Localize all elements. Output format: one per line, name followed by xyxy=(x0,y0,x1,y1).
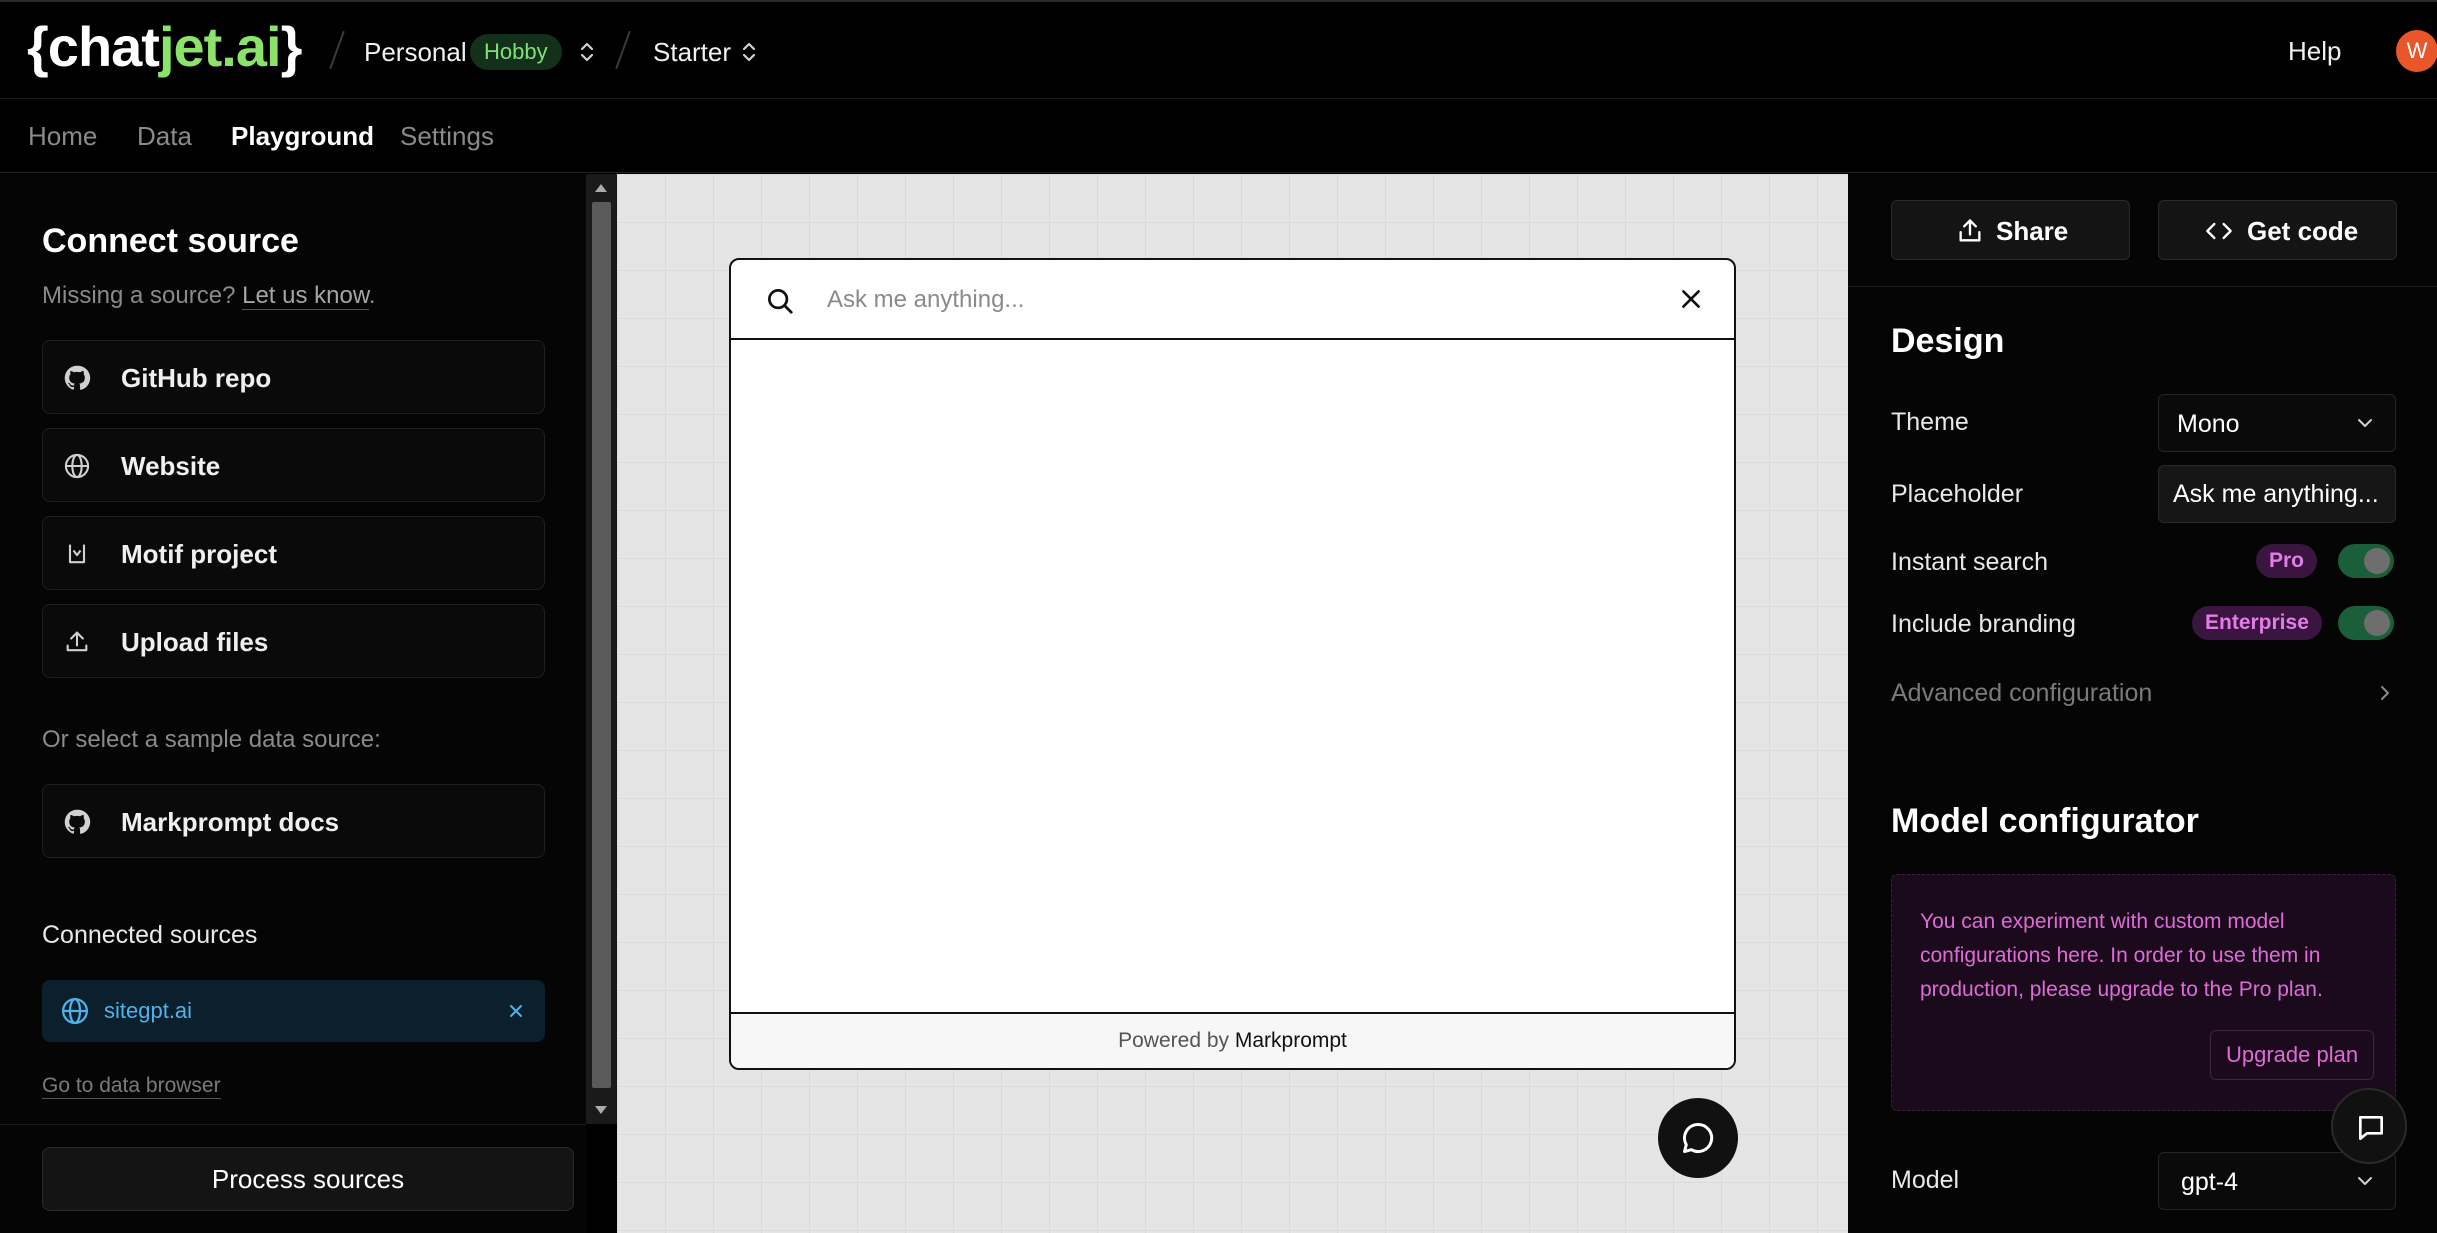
motif-project-button[interactable]: Motif project xyxy=(42,516,545,590)
playground-preview: Powered by Markprompt xyxy=(617,174,1848,1233)
github-repo-button[interactable]: GitHub repo xyxy=(42,340,545,414)
include-branding-toggle[interactable] xyxy=(2338,606,2394,640)
share-button[interactable]: Share xyxy=(1891,200,2130,260)
theme-label: Theme xyxy=(1891,408,1969,436)
sample-source-label: Or select a sample data source: xyxy=(42,726,381,753)
code-icon xyxy=(2206,222,2232,240)
markprompt-docs-label: Markprompt docs xyxy=(121,807,340,837)
upgrade-notice-text: You can experiment with custom model con… xyxy=(1920,910,2323,1001)
chevron-down-icon xyxy=(2358,1177,2372,1185)
upgrade-notice: You can experiment with custom model con… xyxy=(1891,874,2396,1111)
instant-search-label: Instant search xyxy=(1891,548,2049,576)
github-icon xyxy=(64,809,91,834)
prompt-search-input[interactable] xyxy=(827,280,1647,320)
missing-source-text: Missing a source? Let us know. xyxy=(42,282,376,310)
powered-by-footer: Powered by Markprompt xyxy=(731,1012,1734,1068)
tab-home[interactable]: Home xyxy=(28,121,97,152)
workspace-switcher-icon[interactable] xyxy=(578,38,596,66)
markprompt-docs-button[interactable]: Markprompt docs xyxy=(42,784,545,858)
tab-settings[interactable]: Settings xyxy=(400,121,494,152)
chat-bubble-icon xyxy=(1683,1122,1714,1153)
connected-sources-title: Connected sources xyxy=(42,921,258,949)
github-icon xyxy=(64,365,91,390)
include-branding-label: Include branding xyxy=(1891,610,2076,638)
share-icon xyxy=(1959,219,1981,242)
chevron-down-icon xyxy=(2358,419,2372,427)
plan-badge: Hobby xyxy=(470,34,562,70)
motif-project-label: Motif project xyxy=(121,539,277,569)
theme-value: Mono xyxy=(2177,410,2240,438)
upload-files-label: Upload files xyxy=(121,627,269,657)
user-avatar[interactable]: W xyxy=(2396,30,2437,72)
model-configurator-title: Model configurator xyxy=(1891,802,2199,840)
main-nav: Home Data Playground Settings xyxy=(0,99,2437,173)
toggle-knob xyxy=(2364,610,2390,636)
upgrade-plan-button[interactable]: Upgrade plan xyxy=(2210,1030,2375,1080)
chat-launcher-button[interactable] xyxy=(1658,1098,1738,1178)
help-link[interactable]: Help xyxy=(2288,36,2341,67)
support-chat-button[interactable] xyxy=(2331,1088,2407,1164)
toggle-knob xyxy=(2364,548,2390,574)
let-us-know-link[interactable]: Let us know xyxy=(242,282,369,310)
project-switcher-icon[interactable] xyxy=(740,38,758,66)
message-square-icon xyxy=(2359,1116,2383,1140)
globe-icon xyxy=(62,998,88,1024)
theme-select[interactable]: Mono xyxy=(2158,394,2396,452)
search-icon xyxy=(768,289,793,314)
powered-by-text: Powered by xyxy=(1118,1029,1230,1052)
placeholder-label: Placeholder xyxy=(1891,480,2024,508)
scroll-up-icon[interactable] xyxy=(595,184,607,192)
design-title: Design xyxy=(1891,322,2005,360)
chatjet-logo[interactable]: {chatjet.ai} xyxy=(27,16,302,78)
model-value: gpt-4 xyxy=(2181,1168,2238,1196)
remove-source-icon[interactable] xyxy=(507,1002,525,1020)
connect-source-title: Connect source xyxy=(42,222,299,260)
website-label: Website xyxy=(121,451,221,481)
close-icon[interactable] xyxy=(1678,286,1704,312)
process-sources-button[interactable]: Process sources xyxy=(42,1147,574,1211)
prompt-widget: Powered by Markprompt xyxy=(729,258,1736,1070)
prompt-search-row xyxy=(731,260,1734,340)
chevron-right-icon[interactable] xyxy=(2376,682,2394,704)
globe-icon xyxy=(64,453,90,479)
tab-playground[interactable]: Playground xyxy=(231,121,374,152)
workspace-name[interactable]: Personal xyxy=(364,36,467,68)
data-browser-link[interactable]: Go to data browser xyxy=(42,1074,221,1099)
connected-source-label: sitegpt.ai xyxy=(104,998,193,1023)
share-label: Share xyxy=(1996,216,2069,246)
github-repo-label: GitHub repo xyxy=(121,363,272,393)
sources-sidebar: Connect source Missing a source? Let us … xyxy=(0,174,586,1233)
website-button[interactable]: Website xyxy=(42,428,545,502)
tab-data[interactable]: Data xyxy=(137,121,192,152)
pro-badge: Pro xyxy=(2256,544,2318,578)
configuration-panel: Share Get code Design Theme Mono Placeho… xyxy=(1848,174,2437,1233)
sidebar-scrollbar[interactable] xyxy=(586,174,617,1124)
project-name[interactable]: Starter xyxy=(653,36,731,68)
upload-files-button[interactable]: Upload files xyxy=(42,604,545,678)
instant-search-toggle[interactable] xyxy=(2338,544,2394,578)
get-code-label: Get code xyxy=(2247,216,2359,246)
upload-icon xyxy=(66,631,88,652)
top-header: {chatjet.ai} Personal Hobby Starter Help… xyxy=(0,0,2437,99)
motif-icon xyxy=(68,544,86,564)
model-label: Model xyxy=(1891,1166,1960,1194)
enterprise-badge: Enterprise xyxy=(2192,606,2322,640)
connected-source-item[interactable]: sitegpt.ai xyxy=(42,980,545,1042)
scroll-down-icon[interactable] xyxy=(595,1106,607,1114)
divider xyxy=(1848,286,2437,287)
get-code-button[interactable]: Get code xyxy=(2158,200,2397,260)
advanced-configuration-link[interactable]: Advanced configuration xyxy=(1891,679,2152,708)
breadcrumb-separator xyxy=(329,30,345,70)
scrollbar-thumb[interactable] xyxy=(592,202,611,1088)
markprompt-link[interactable]: Markprompt xyxy=(1235,1029,1347,1052)
breadcrumb-separator xyxy=(615,30,631,70)
placeholder-input[interactable] xyxy=(2158,465,2396,523)
